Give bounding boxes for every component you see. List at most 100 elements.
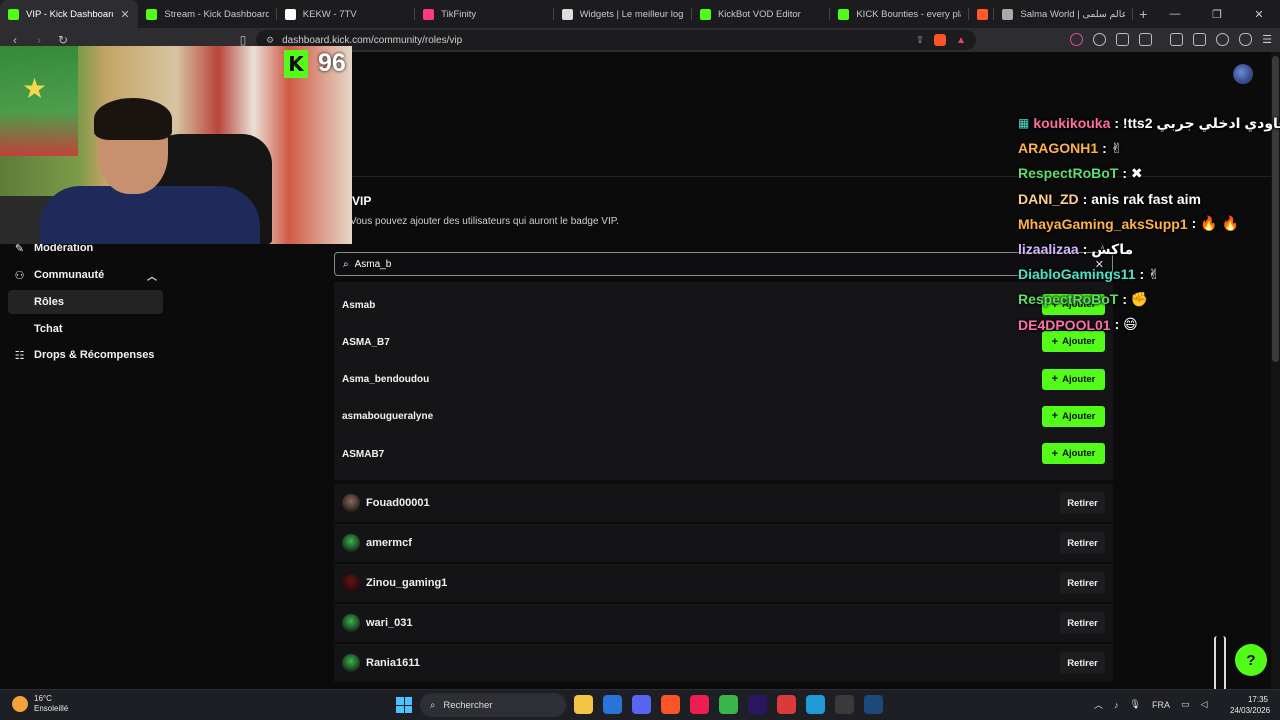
chat-text: : ✊ xyxy=(1122,290,1149,307)
chat-text: : anis rak fast aim xyxy=(1082,190,1201,207)
chevron-up-icon[interactable]: ︿ xyxy=(1094,698,1103,711)
extension-icon[interactable] xyxy=(1093,33,1107,46)
help-chat-button[interactable]: ? xyxy=(1235,644,1267,676)
vip-user-row: amermcf Retirer xyxy=(334,524,1113,562)
vip-username: Rania1611 xyxy=(366,657,420,669)
menu-icon[interactable]: ☰ xyxy=(1262,33,1272,46)
extensions-puzzle-icon[interactable] xyxy=(1116,33,1130,46)
network-icon[interactable]: ▭ xyxy=(1181,699,1190,710)
browser-tab[interactable] xyxy=(969,0,995,28)
user-avatar xyxy=(342,534,360,552)
suggestion-username: Asma_bendoudou xyxy=(342,374,430,386)
browser-tab[interactable]: Stream - Kick Dashboard xyxy=(138,0,277,28)
minimize-icon[interactable]: — xyxy=(1154,0,1196,28)
page-title: VIP xyxy=(352,194,372,208)
recorder-icon[interactable] xyxy=(777,695,796,714)
remove-vip-button[interactable]: Retirer xyxy=(1060,612,1105,634)
browser-tab[interactable]: Widgets | Le meilleur logiciel p xyxy=(554,0,692,28)
add-vip-button[interactable]: + Ajouter xyxy=(1042,405,1105,427)
star-icon: ★ xyxy=(22,73,48,104)
premiere-icon[interactable] xyxy=(748,695,767,714)
close-tab-icon[interactable]: ✕ xyxy=(120,8,130,21)
explorer-icon[interactable] xyxy=(574,695,593,714)
sidebar-item-drops[interactable]: ☷ Drops & Récompenses xyxy=(8,343,163,367)
screen: VIP - Kick Dashboard ✕ Stream - Kick Dashb… xyxy=(0,0,1280,720)
search-icon: ⌕ xyxy=(343,258,349,270)
volume-icon[interactable]: ◁ xyxy=(1200,699,1207,710)
taskbar-apps xyxy=(574,695,883,714)
start-button[interactable] xyxy=(396,697,412,713)
chat-username: DiabloGamings11 xyxy=(1018,266,1136,283)
remove-vip-button[interactable]: Retirer xyxy=(1060,492,1105,514)
outlook-icon[interactable] xyxy=(603,695,622,714)
suggestion-row[interactable]: ASMAB7 + Ajouter xyxy=(342,443,1105,465)
obs-icon[interactable] xyxy=(835,695,854,714)
language-indicator[interactable]: FRA xyxy=(1152,700,1170,710)
weather-widget[interactable]: 16°C Ensoleillé xyxy=(12,694,68,714)
vpn-icon[interactable] xyxy=(1239,33,1253,46)
webcam-overlay: ★ K 96 xyxy=(0,46,352,244)
edge-icon[interactable] xyxy=(806,695,825,714)
remove-vip-button[interactable]: Retirer xyxy=(1060,572,1105,594)
speaker-icon[interactable]: ♪ xyxy=(1114,700,1119,710)
microphone-icon[interactable]: 🎙 xyxy=(1130,699,1141,710)
suggestion-row[interactable]: Asma_bendoudou + Ajouter xyxy=(342,368,1105,391)
browser-tab[interactable]: KEKW - 7TV xyxy=(277,0,416,28)
sidebar-item-community[interactable]: ⚇ Communauté ︿ xyxy=(8,263,163,287)
reload-icon[interactable]: ↻ xyxy=(56,33,70,47)
clock[interactable]: 17:35 24/03/2026 xyxy=(1230,694,1270,716)
extension-icon[interactable] xyxy=(1070,33,1084,46)
taskbar-search[interactable]: ⌕ Rechercher xyxy=(420,693,566,717)
brave-shield-icon[interactable] xyxy=(934,34,947,46)
restore-icon[interactable]: ❐ xyxy=(1196,0,1238,28)
add-vip-button[interactable]: + Ajouter xyxy=(1042,368,1105,390)
vip-username: Fouad00001 xyxy=(366,497,430,509)
sidebar-item-label: Communauté xyxy=(34,269,105,281)
forward-icon[interactable]: › xyxy=(32,33,46,47)
wallet-icon[interactable] xyxy=(1193,33,1207,46)
sidebar-toggle-icon[interactable] xyxy=(1170,33,1184,46)
kick-icon xyxy=(8,8,19,20)
suggestion-row[interactable]: ASMA_B7 + Ajouter xyxy=(342,331,1105,353)
user-avatar[interactable] xyxy=(1233,64,1253,84)
suggestion-row[interactable]: asmabougueralyne + Ajouter xyxy=(342,405,1105,428)
steam-icon[interactable] xyxy=(864,695,883,714)
leo-ai-icon[interactable] xyxy=(1216,33,1230,46)
user-search-input[interactable]: ⌕ Asma_b ✕ xyxy=(334,252,1113,276)
site-info-icon[interactable]: ⚙ xyxy=(266,35,274,46)
brave-rewards-icon[interactable]: ▲ xyxy=(956,35,966,46)
add-vip-button[interactable]: + Ajouter xyxy=(1042,443,1105,465)
close-window-icon[interactable]: ✕ xyxy=(1238,0,1280,28)
browser-tab[interactable]: TikFinity xyxy=(415,0,554,28)
chat-username: ARAGONH1 xyxy=(1018,140,1099,157)
temperature: 16°C xyxy=(34,694,52,703)
tiktok-icon[interactable] xyxy=(690,695,709,714)
extension-icon[interactable] xyxy=(1139,33,1153,46)
community-icon: ⚇ xyxy=(14,269,25,282)
share-icon[interactable]: ⇪ xyxy=(916,35,924,46)
bookmark-icon[interactable]: ▯ xyxy=(236,33,250,47)
vip-username: Zinou_gaming1 xyxy=(366,577,448,589)
discord-icon[interactable] xyxy=(632,695,651,714)
add-button-label: Ajouter xyxy=(1062,410,1096,422)
add-button-label: Ajouter xyxy=(1062,373,1096,385)
brave-icon[interactable] xyxy=(661,695,680,714)
remove-vip-button[interactable]: Retirer xyxy=(1060,532,1105,554)
browser-tab[interactable]: VIP - Kick Dashboard ✕ xyxy=(0,0,139,28)
browser-tab[interactable]: KICK Bounties - every player fo xyxy=(830,0,969,28)
browser-tab[interactable]: KickBot VOD Editor xyxy=(692,0,831,28)
back-icon[interactable]: ‹ xyxy=(8,33,22,47)
search-suggestions: Asmab + Ajouter ASMA_B7 + Ajouter Asma_bendoud… xyxy=(334,282,1113,480)
plus-icon: + xyxy=(1051,373,1059,386)
suggestion-row[interactable]: Asmab + Ajouter xyxy=(342,294,1105,316)
remove-vip-button[interactable]: Retirer xyxy=(1060,652,1105,674)
tab-label: TikFinity xyxy=(441,8,477,20)
vip-user-row: Fouad00001 Retirer xyxy=(334,484,1113,522)
xbox-icon[interactable] xyxy=(719,695,738,714)
sidebar-item-roles[interactable]: Rôles xyxy=(8,290,163,314)
sidebar-item-chat[interactable]: Tchat xyxy=(8,317,163,341)
address-bar[interactable]: ⚙ dashboard.kick.com/community/roles/vip… xyxy=(256,30,976,50)
streamer-body xyxy=(40,186,260,244)
new-tab-button[interactable]: + xyxy=(1133,0,1154,28)
browser-tab[interactable]: Salma World | عالم سلمى xyxy=(994,0,1133,28)
